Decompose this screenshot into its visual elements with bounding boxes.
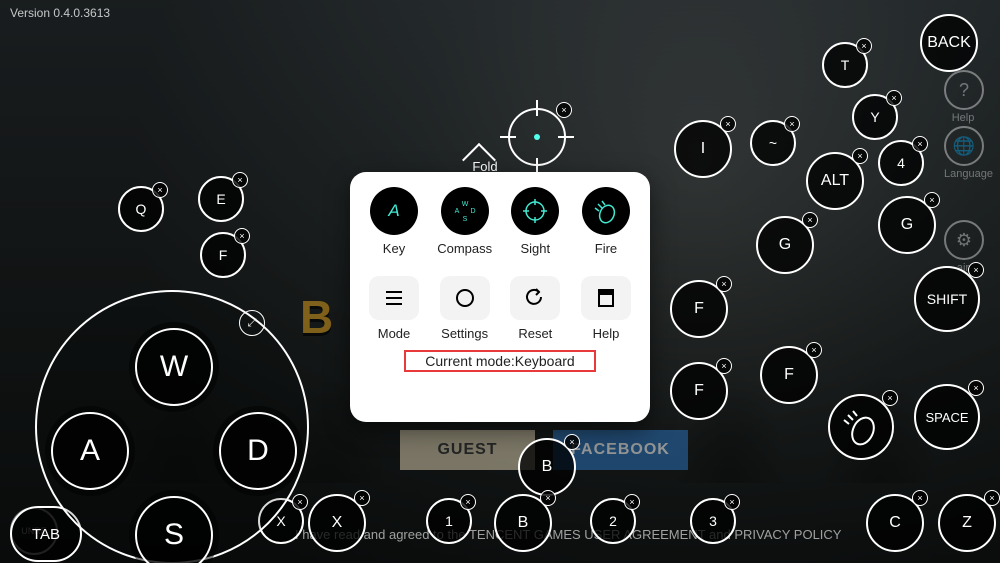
close-icon[interactable]: × [460, 494, 476, 510]
keymap-d[interactable]: D [219, 412, 297, 490]
keymap-tilde[interactable]: ~× [750, 120, 796, 166]
close-icon[interactable]: × [886, 90, 902, 106]
close-icon[interactable]: × [802, 212, 818, 228]
close-icon[interactable]: × [232, 172, 248, 188]
keymap-b-lower[interactable]: B× [494, 494, 552, 552]
keymap-q[interactable]: Q× [118, 186, 164, 232]
keymap-compass-wasd[interactable]: ⤢ W A D S [35, 290, 309, 563]
svg-text:A: A [454, 208, 459, 215]
keymap-f-low[interactable]: F× [760, 346, 818, 404]
fire-icon [582, 187, 630, 235]
close-icon[interactable]: × [564, 434, 580, 450]
util-mode[interactable]: Mode [364, 275, 424, 342]
util-help[interactable]: Help [576, 275, 636, 342]
keymap-x-big[interactable]: X× [308, 494, 366, 552]
settings-icon [440, 276, 490, 320]
current-mode-label: Current mode:Keyboard [404, 350, 596, 372]
tool-key[interactable]: A Key [364, 186, 424, 257]
keymap-alt[interactable]: ALT× [806, 152, 864, 210]
close-icon[interactable]: × [856, 38, 872, 54]
version-label: Version 0.4.0.3613 [10, 6, 110, 20]
help-icon [581, 276, 631, 320]
keymap-e[interactable]: E× [198, 176, 244, 222]
keymap-g-lower[interactable]: G× [756, 216, 814, 274]
close-icon[interactable]: × [784, 116, 800, 132]
keymap-back[interactable]: BACK [920, 14, 978, 72]
keymap-panel: A Key W A D S Compass [350, 172, 650, 422]
reset-icon [510, 276, 560, 320]
compass-icon: W A D S [441, 187, 489, 235]
keymap-f-top[interactable]: F× [670, 280, 728, 338]
close-icon[interactable]: × [968, 262, 984, 278]
tool-compass[interactable]: W A D S Compass [435, 186, 495, 257]
close-icon[interactable]: × [806, 342, 822, 358]
keymap-fire[interactable]: × [828, 394, 894, 460]
close-icon[interactable]: × [624, 494, 640, 510]
close-icon[interactable]: × [292, 494, 308, 510]
svg-text:D: D [470, 208, 475, 215]
close-icon[interactable]: × [716, 358, 732, 374]
fold-toggle[interactable]: Fold [460, 140, 510, 174]
close-icon[interactable]: × [152, 182, 168, 198]
close-icon[interactable]: × [354, 490, 370, 506]
util-settings[interactable]: Settings [435, 275, 495, 342]
close-icon[interactable]: × [912, 490, 928, 506]
keymap-shift[interactable]: SHIFT× [914, 266, 980, 332]
keymap-4[interactable]: 4× [878, 140, 924, 186]
keymap-a[interactable]: A [51, 412, 129, 490]
close-icon[interactable]: × [882, 390, 898, 406]
close-icon[interactable]: × [234, 228, 250, 244]
keymap-t[interactable]: T× [822, 42, 868, 88]
close-icon[interactable]: × [556, 102, 572, 118]
keymap-2[interactable]: 2× [590, 498, 636, 544]
tool-fire[interactable]: Fire [576, 186, 636, 257]
svg-text:A: A [387, 201, 399, 220]
chevron-up-icon [473, 145, 497, 157]
close-icon[interactable]: × [720, 116, 736, 132]
close-icon[interactable]: × [540, 490, 556, 506]
keymap-space[interactable]: SPACE× [914, 384, 980, 450]
keymap-1[interactable]: 1× [426, 498, 472, 544]
close-icon[interactable]: × [984, 490, 1000, 506]
keymap-z[interactable]: Z× [938, 494, 996, 552]
expand-icon[interactable]: ⤢ [239, 310, 265, 336]
tool-sight[interactable]: Sight [505, 186, 565, 257]
keymap-c[interactable]: C× [866, 494, 924, 552]
close-icon[interactable]: × [912, 136, 928, 152]
close-icon[interactable]: × [924, 192, 940, 208]
keymap-3[interactable]: 3× [690, 498, 736, 544]
key-icon: A [370, 187, 418, 235]
mode-icon [369, 276, 419, 320]
keymap-s[interactable]: S [135, 496, 213, 563]
svg-text:S: S [462, 216, 467, 223]
svg-text:W: W [461, 201, 468, 208]
fire-icon [841, 407, 881, 447]
keymap-sight[interactable]: × [508, 108, 566, 166]
keymap-f-left[interactable]: F× [200, 232, 246, 278]
close-icon[interactable]: × [968, 380, 984, 396]
close-icon[interactable]: × [852, 148, 868, 164]
keymap-w[interactable]: W [135, 328, 213, 406]
keymap-b-upper[interactable]: B× [518, 438, 576, 496]
keymap-f-mid[interactable]: F× [670, 362, 728, 420]
close-icon[interactable]: × [724, 494, 740, 510]
sight-icon [511, 187, 559, 235]
close-icon[interactable]: × [716, 276, 732, 292]
keymap-i[interactable]: I× [674, 120, 732, 178]
util-reset[interactable]: Reset [505, 275, 565, 342]
keymap-g-upper[interactable]: G× [878, 196, 936, 254]
keymap-y[interactable]: Y× [852, 94, 898, 140]
